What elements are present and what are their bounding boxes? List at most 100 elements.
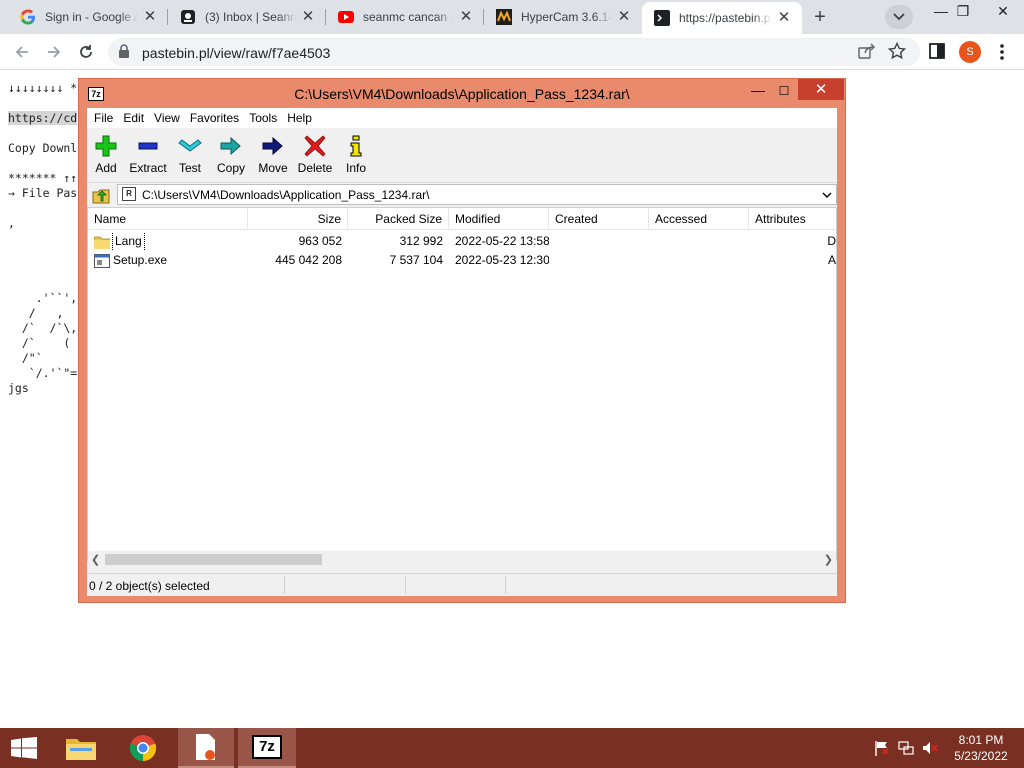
taskbar-chrome[interactable]: [120, 728, 166, 768]
close-icon[interactable]: ✕: [300, 9, 316, 25]
menu-favorites[interactable]: Favorites: [186, 108, 245, 128]
menu-help[interactable]: Help: [283, 108, 318, 128]
delete-x-icon: [302, 135, 328, 157]
column-attributes[interactable]: Attributes: [749, 208, 836, 230]
folder-icon: [94, 236, 110, 249]
more-menu-icon[interactable]: [994, 41, 1010, 63]
raw-text-line: → File Pas: [8, 186, 78, 200]
tab-youtube[interactable]: seanmc cancan - YouTube ✕: [326, 0, 484, 34]
clock-time: 8:01 PM: [958, 733, 1004, 747]
scroll-right-icon[interactable]: ❯: [824, 553, 833, 566]
tab-pastebin[interactable]: https://pastebin.pl/view/raw/f7ae4503 ✕: [642, 2, 802, 34]
raw-text-line: /"`: [8, 351, 43, 365]
restore-button[interactable]: ❐: [946, 0, 980, 24]
column-headers: Name Size Packed Size Modified Created A…: [88, 208, 836, 230]
taskbar-file-explorer[interactable]: [58, 728, 104, 768]
network-icon[interactable]: [898, 740, 914, 756]
raw-text-line: jgs: [8, 381, 29, 395]
tab-hypercam[interactable]: HyperCam 3.6.14 ✕: [484, 0, 642, 34]
scrollbar-thumb[interactable]: [105, 554, 322, 565]
profile-avatar[interactable]: S: [959, 41, 981, 63]
arrow-left-icon: [15, 46, 28, 58]
chevron-down-icon[interactable]: [822, 188, 832, 205]
windows-taskbar: 7z 8:01 PM 5/23/2022: [0, 728, 1024, 768]
folder-up-icon[interactable]: [92, 186, 110, 204]
file-size: 445 042 208: [275, 253, 342, 267]
side-panel-icon[interactable]: [929, 43, 945, 62]
delete-button[interactable]: Delete: [295, 135, 335, 179]
column-packed-size[interactable]: Packed Size: [348, 208, 449, 230]
file-size: 963 052: [298, 234, 342, 248]
extract-button[interactable]: Extract: [127, 135, 169, 179]
url-text[interactable]: pastebin.pl/view/raw/f7ae4503: [142, 45, 330, 61]
reload-button[interactable]: [74, 40, 98, 64]
menu-tools[interactable]: Tools: [245, 108, 283, 128]
taskbar-7zip[interactable]: 7z: [238, 728, 296, 768]
status-divider: [284, 576, 285, 594]
close-icon[interactable]: ✕: [776, 10, 792, 26]
column-modified[interactable]: Modified: [449, 208, 549, 230]
file-accessed: [649, 232, 749, 251]
volume-muted-icon[interactable]: [922, 740, 938, 756]
tab-search-button[interactable]: [885, 5, 913, 29]
close-icon[interactable]: ✕: [458, 9, 474, 25]
plus-icon: [93, 135, 119, 157]
raw-text-line: Copy Downl: [8, 141, 78, 155]
minus-icon: [135, 135, 161, 157]
close-icon[interactable]: ✕: [616, 9, 632, 25]
column-created[interactable]: Created: [549, 208, 649, 230]
tab-title: Sign in - Google Accounts: [45, 10, 138, 24]
close-icon[interactable]: ✕: [142, 9, 158, 25]
horizontal-scrollbar[interactable]: ❮ ❯: [88, 551, 836, 568]
menu-view[interactable]: View: [150, 108, 186, 128]
sevenzip-taskbar-icon: 7z: [252, 735, 282, 759]
chrome-icon: [129, 735, 157, 762]
sevenzip-window: 7z C:\Users\VM4\Downloads\Application_Pa…: [78, 78, 846, 603]
table-row[interactable]: Setup.exe 445 042 208 7 537 104 2022-05-…: [88, 251, 836, 270]
forward-button[interactable]: [42, 40, 66, 64]
menu-file[interactable]: File: [90, 108, 119, 128]
close-button[interactable]: ✕: [798, 79, 844, 100]
menu-edit[interactable]: Edit: [119, 108, 150, 128]
address-bar[interactable]: pastebin.pl/view/raw/f7ae4503: [108, 38, 920, 66]
tab-title: HyperCam 3.6.14: [521, 10, 612, 24]
bookmark-star-icon[interactable]: [887, 41, 907, 63]
tab-inbox[interactable]: (3) Inbox | Seanmc cancan ✕: [168, 0, 326, 34]
copy-button[interactable]: Copy: [213, 135, 249, 179]
file-attributes: D: [827, 234, 836, 248]
test-button[interactable]: Test: [175, 135, 205, 179]
sevenzip-title-bar[interactable]: 7z C:\Users\VM4\Downloads\Application_Pa…: [79, 79, 845, 107]
table-row[interactable]: Lang 963 052 312 992 2022-05-22 13:58 D: [88, 232, 836, 251]
taskbar-document-app[interactable]: [178, 728, 234, 768]
raw-text-line: `/.'`"=: [8, 366, 78, 380]
add-button[interactable]: Add: [91, 135, 121, 179]
move-button[interactable]: Move: [255, 135, 291, 179]
windows-logo-icon: [11, 737, 37, 759]
minimize-button[interactable]: —: [745, 82, 771, 102]
file-name: Lang: [112, 232, 145, 251]
flag-icon[interactable]: [874, 740, 890, 756]
reload-icon: [80, 45, 92, 58]
scroll-left-icon[interactable]: ❮: [91, 553, 100, 566]
info-button[interactable]: Info: [341, 135, 371, 179]
system-clock[interactable]: 8:01 PM 5/23/2022: [944, 732, 1018, 764]
column-name[interactable]: Name: [88, 208, 248, 230]
path-text: C:\Users\VM4\Downloads\Application_Pass_…: [142, 188, 430, 202]
toolbar: Add Extract Test Copy Move Delete Info: [87, 129, 837, 181]
file-name: Setup.exe: [113, 253, 168, 267]
back-button[interactable]: [10, 40, 34, 64]
info-icon: [343, 135, 369, 157]
window-title: C:\Users\VM4\Downloads\Application_Pass_…: [294, 86, 630, 102]
share-icon[interactable]: [858, 43, 876, 62]
start-button[interactable]: [0, 728, 48, 768]
column-accessed[interactable]: Accessed: [649, 208, 749, 230]
path-combobox[interactable]: R C:\Users\VM4\Downloads\Application_Pas…: [117, 184, 837, 205]
file-list: Name Size Packed Size Modified Created A…: [87, 207, 837, 568]
close-window-button[interactable]: ✕: [986, 0, 1020, 24]
lock-icon[interactable]: [118, 44, 130, 62]
maximize-button[interactable]: ☐: [771, 82, 797, 102]
column-size[interactable]: Size: [248, 208, 348, 230]
tab-google-sign-in[interactable]: Sign in - Google Accounts ✕: [8, 0, 168, 34]
new-tab-button[interactable]: +: [806, 4, 834, 32]
tab-title: (3) Inbox | Seanmc cancan: [205, 10, 296, 24]
